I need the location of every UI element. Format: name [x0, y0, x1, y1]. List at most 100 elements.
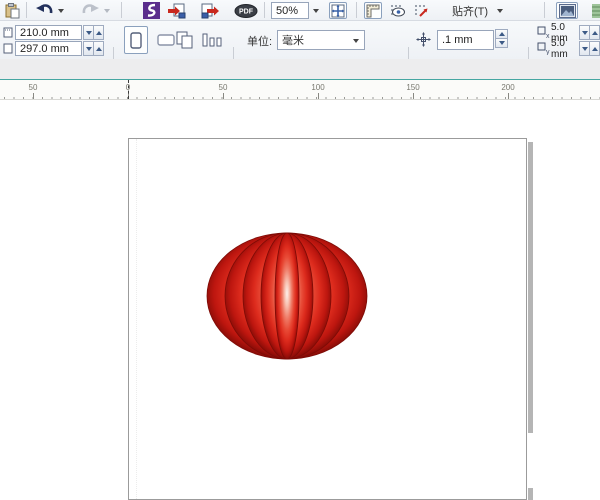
portrait-icon	[130, 31, 142, 49]
ruler-major-tick	[318, 93, 319, 99]
welcome-screen-button[interactable]	[141, 2, 161, 19]
paper-height-icon	[3, 43, 13, 54]
ruler-major-tick	[33, 93, 34, 99]
options-button[interactable]	[556, 2, 578, 19]
publish-pdf-button[interactable]: PDF	[233, 2, 259, 19]
ruler-mark-label: 50	[218, 83, 228, 92]
duplicate-distance-x-icon: x	[537, 26, 550, 39]
duplicate-y-field[interactable]: 5.0 mm	[551, 38, 579, 60]
zoom-dropdown-caret	[312, 8, 319, 13]
separator	[121, 2, 122, 18]
clipped-edge-button[interactable]	[592, 2, 600, 19]
options-icon	[558, 3, 576, 18]
zoom-to-page-icon	[331, 4, 345, 17]
import-icon	[168, 3, 186, 18]
nudge-offset-field[interactable]: .1 mm	[437, 30, 494, 50]
snap-to-caret	[497, 8, 503, 13]
page-width-spinner[interactable]	[83, 25, 104, 40]
page-width-field[interactable]: 210.0 mm	[15, 25, 82, 40]
lantern-ellipse[interactable]	[274, 232, 300, 360]
spin-up-icon[interactable]	[93, 41, 104, 56]
ruler-mark-label: 100	[311, 83, 325, 92]
drawing-canvas[interactable]	[0, 100, 600, 500]
undo-icon	[35, 4, 52, 14]
page-shadow-segment	[528, 142, 533, 433]
snap-to-grid-button[interactable]	[412, 2, 430, 19]
ruler-major-tick	[223, 93, 224, 99]
paste-button[interactable]	[3, 2, 21, 19]
separator	[356, 2, 357, 18]
snap-to-dropdown[interactable]	[494, 2, 506, 19]
page-height-field[interactable]: 297.0 mm	[15, 41, 82, 56]
units-value: 毫米	[282, 35, 304, 47]
lantern-drawing[interactable]	[205, 231, 369, 361]
show-rulers-button[interactable]	[364, 2, 382, 19]
publish-pdf-icon: PDF	[234, 3, 258, 18]
export-button[interactable]	[199, 2, 221, 19]
ruler-mark-label: 150	[406, 83, 420, 92]
duplicate-distance-y-icon: y	[537, 42, 550, 55]
all-pages-icon	[176, 31, 193, 49]
paste-icon	[5, 2, 19, 18]
ruler-cursor-indicator	[128, 80, 129, 99]
nudge-offset-icon	[416, 32, 431, 47]
units-caret	[353, 39, 359, 43]
standard-toolbar: PDF 50% 贴齐(T)	[0, 0, 600, 21]
import-button[interactable]	[166, 2, 188, 19]
undo-dropdown-caret	[58, 8, 64, 13]
page-shadow-segment	[528, 488, 533, 500]
export-icon	[201, 3, 219, 18]
spin-up-icon[interactable]	[589, 41, 600, 56]
redo-dropdown[interactable]	[102, 2, 112, 19]
property-bar: 210.0 mm 297.0 mm 单位: 毫米 .1 mm x 5.0 mm …	[0, 21, 600, 75]
snap-to-label: 贴齐(T)	[451, 5, 489, 18]
redo-button[interactable]	[80, 2, 100, 19]
zoom-to-page-button[interactable]	[329, 2, 347, 19]
nudge-offset-value: .1 mm	[442, 34, 473, 46]
page-height-value: 297.0 mm	[20, 42, 69, 55]
svg-text:PDF: PDF	[239, 8, 254, 15]
show-rulers-icon	[366, 4, 380, 17]
separator	[26, 2, 27, 18]
welcome-screen-icon	[142, 2, 160, 19]
paper-width-icon	[3, 27, 13, 38]
svg-text:y: y	[546, 49, 550, 55]
redo-dropdown-caret	[104, 8, 110, 13]
units-label: 单位:	[247, 36, 273, 48]
ruler-mark-label: 50	[28, 83, 38, 92]
facing-pages-icon	[202, 33, 222, 47]
separator	[264, 2, 265, 18]
page-height-spinner[interactable]	[83, 41, 104, 56]
ruler-major-tick	[413, 93, 414, 99]
facing-pages-button[interactable]	[199, 26, 225, 54]
ruler-mark-label: 200	[501, 83, 515, 92]
duplicate-y-value: 5.0 mm	[551, 37, 568, 60]
app-window: PDF 50% 贴齐(T) 210.0 mm 297.0 mm 单位: 毫米 .…	[0, 0, 600, 500]
redo-icon	[82, 4, 99, 14]
show-grid-button[interactable]	[388, 2, 406, 19]
zoom-level-combo[interactable]: 50%	[271, 2, 309, 19]
separator	[544, 2, 545, 18]
undo-dropdown[interactable]	[56, 2, 66, 19]
horizontal-ruler[interactable]: 50 0 50 100 150 200	[0, 80, 600, 100]
spin-up-icon[interactable]	[589, 25, 600, 40]
units-combo[interactable]: 毫米	[277, 30, 365, 50]
undo-button[interactable]	[34, 2, 54, 19]
spin-up-icon[interactable]	[93, 25, 104, 40]
spin-down-icon[interactable]	[495, 38, 508, 48]
zoom-level-dropdown[interactable]	[309, 2, 322, 19]
page-width-value: 210.0 mm	[20, 26, 69, 39]
portrait-button[interactable]	[124, 26, 148, 54]
zoom-level-value: 50%	[276, 4, 299, 17]
guideline[interactable]	[136, 139, 137, 500]
snap-to-grid-icon	[414, 4, 427, 17]
duplicate-x-spinner[interactable]	[579, 25, 600, 40]
nudge-spinner[interactable]	[495, 29, 508, 48]
duplicate-y-spinner[interactable]	[579, 41, 600, 56]
svg-text:x: x	[546, 33, 550, 39]
all-pages-button[interactable]	[172, 26, 198, 54]
ruler-major-tick	[508, 93, 509, 99]
snap-to-button[interactable]: 贴齐(T)	[446, 2, 494, 19]
show-grid-icon	[390, 4, 405, 16]
property-bar-filler	[0, 59, 600, 79]
